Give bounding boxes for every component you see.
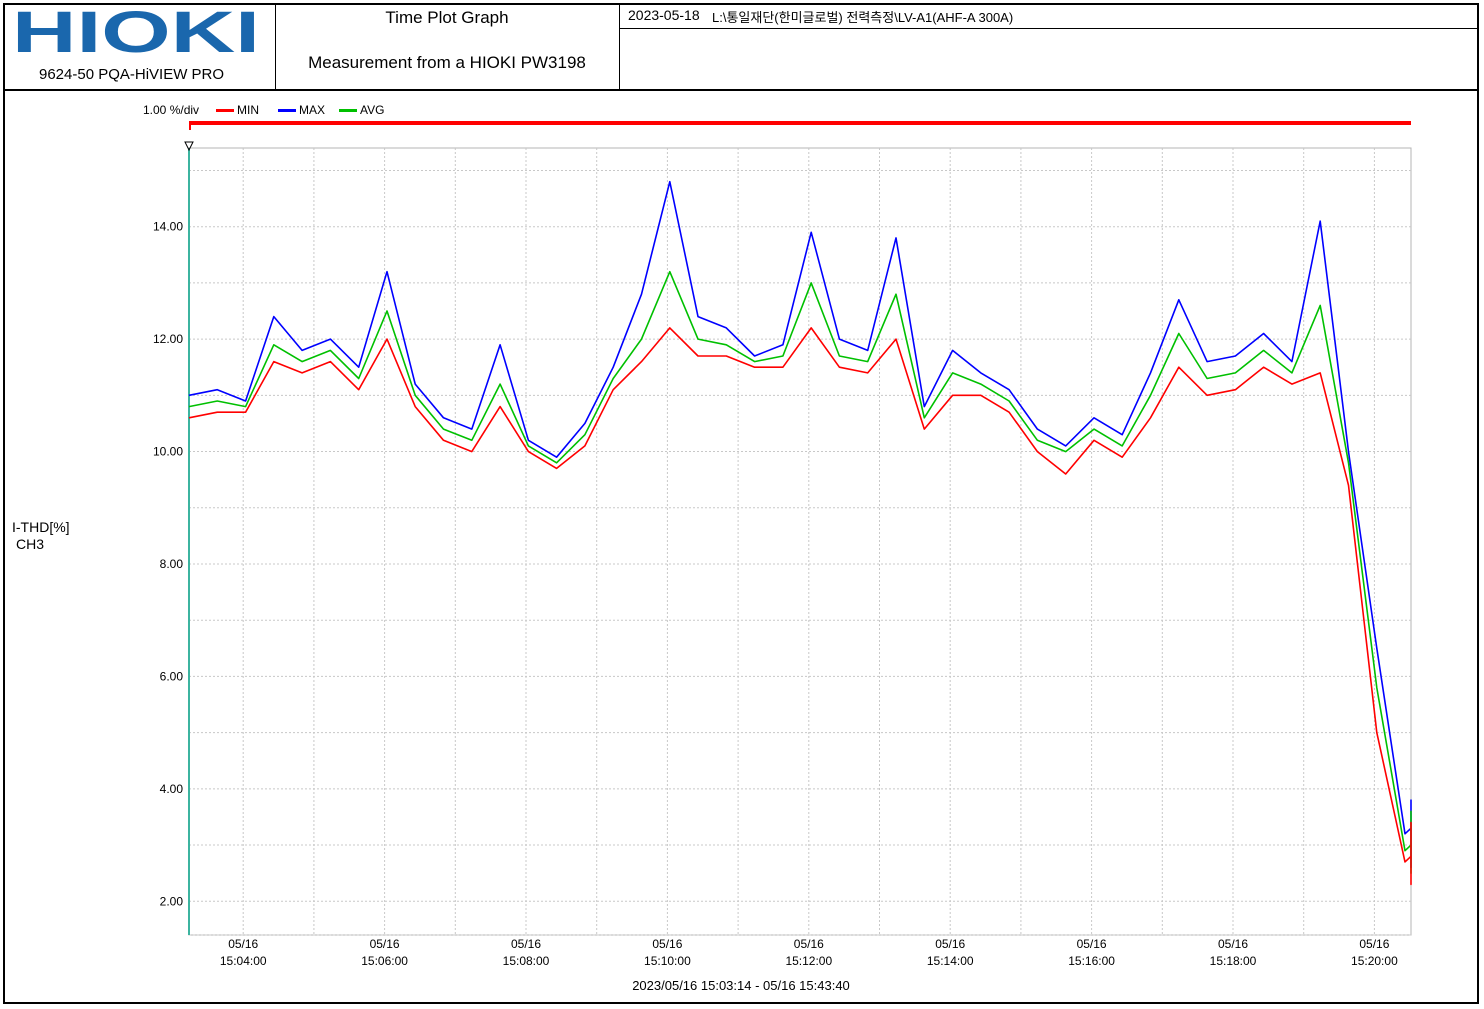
y-tick-label: 8.00 — [160, 557, 184, 571]
x-tick-time-label: 15:20:00 — [1351, 954, 1398, 968]
x-tick-date-label: 05/16 — [935, 937, 965, 951]
x-tick-date-label: 05/16 — [1077, 937, 1107, 951]
x-tick-date-label: 05/16 — [1359, 937, 1389, 951]
x-tick-date-label: 05/16 — [511, 937, 541, 951]
x-tick-date-label: 05/16 — [652, 937, 682, 951]
x-tick-time-label: 15:06:00 — [361, 954, 408, 968]
plot-area: 2.00 4.00 6.00 8.00 10.00 12.00 14.00 05/16 15:0… — [153, 121, 1412, 968]
y-tick-label: 6.00 — [160, 669, 184, 683]
x-tick-time-label: 15:08:00 — [503, 954, 550, 968]
x-tick-time-label: 15:10:00 — [644, 954, 691, 968]
x-tick-date-label: 05/16 — [228, 937, 258, 951]
x-tick-date-label: 05/16 — [370, 937, 400, 951]
y-tick-label: 4.00 — [160, 782, 184, 796]
range-indicator-tick — [189, 121, 191, 130]
x-tick-time-label: 15:12:00 — [785, 954, 832, 968]
x-tick-date-label: 05/16 — [794, 937, 824, 951]
y-tick-label: 12.00 — [153, 332, 183, 346]
y-tick-label: 14.00 — [153, 220, 183, 234]
y-tick-label: 2.00 — [160, 894, 184, 908]
x-tick-time-label: 15:04:00 — [220, 954, 267, 968]
x-tick-time-label: 15:16:00 — [1068, 954, 1115, 968]
range-indicator-bar — [189, 121, 1411, 125]
x-tick-time-label: 15:18:00 — [1210, 954, 1257, 968]
x-tick-date-label: 05/16 — [1218, 937, 1248, 951]
plot-border — [188, 147, 1412, 936]
y-tick-label: 10.00 — [153, 445, 183, 459]
x-tick-time-label: 15:14:00 — [927, 954, 974, 968]
